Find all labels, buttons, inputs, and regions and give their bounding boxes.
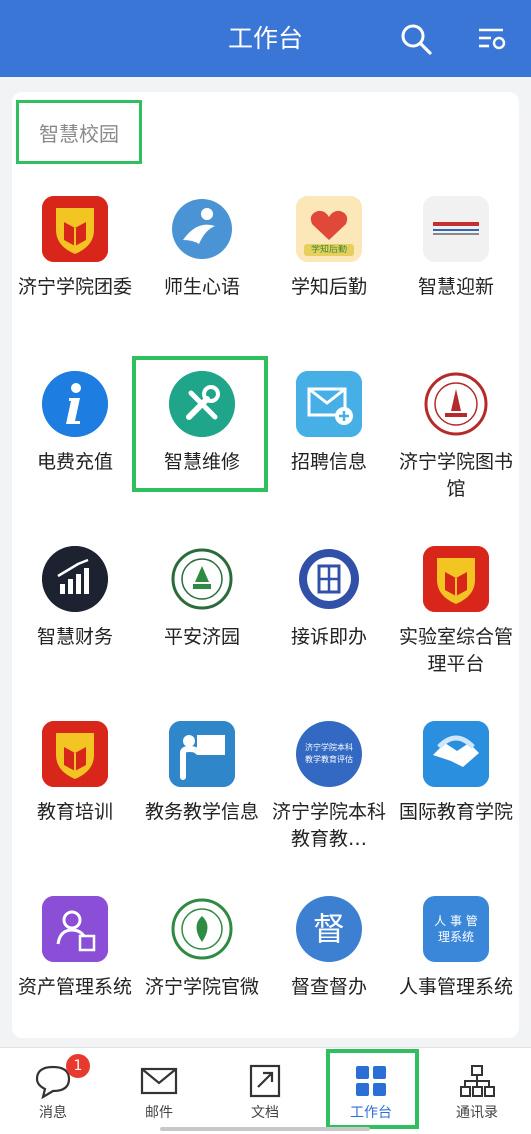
info-icon <box>42 371 108 437</box>
org-chart-icon <box>457 1062 497 1100</box>
app-item[interactable]: 济宁学院团委 <box>12 182 138 357</box>
tab-messages[interactable]: 1 消息 <box>0 1048 106 1134</box>
app-item[interactable]: 智慧财务 <box>12 532 138 707</box>
app-label: 督查督办 <box>290 976 367 998</box>
handshake-icon <box>423 721 489 787</box>
shield-book-icon <box>423 546 489 612</box>
chart-growth-icon <box>42 546 108 612</box>
icon-caption: 学知后勤 <box>310 245 347 255</box>
mail-icon <box>139 1062 179 1100</box>
shield-book-icon <box>42 721 108 787</box>
mail-plus-icon <box>296 371 362 437</box>
app-label: 济宁学院本科教育教… <box>271 801 386 850</box>
heart-hands-icon: 学知后勤 <box>296 196 362 262</box>
home-indicator <box>160 1127 370 1131</box>
icon-caption: 济宁学院本科教学教育评估 <box>305 743 353 764</box>
app-label: 接诉即办 <box>290 626 367 648</box>
app-item[interactable]: 平安济园 <box>139 532 265 707</box>
shield-book-icon <box>42 196 108 262</box>
app-label: 济宁学院官微 <box>144 976 259 998</box>
app-label: 济宁学院图书馆 <box>398 451 513 500</box>
section-title: 智慧校园 <box>16 100 142 164</box>
tools-icon <box>169 371 235 437</box>
app-item[interactable]: 济宁学院图书馆 <box>393 357 519 532</box>
app-item[interactable]: 济宁学院本科教学教育评估 济宁学院本科教育教… <box>266 707 392 882</box>
tab-label: 文档 <box>251 1105 279 1121</box>
bottom-nav: 1 消息 邮件 文档 工作台 通讯录 <box>0 1047 531 1134</box>
tab-workbench[interactable]: 工作台 <box>318 1048 424 1134</box>
app-item[interactable]: 教务教学信息 <box>139 707 265 882</box>
app-item[interactable]: 资产管理系统 <box>12 882 138 1038</box>
page-title: 工作台 <box>227 24 303 53</box>
app-item[interactable]: 实验室综合管理平台 <box>393 532 519 707</box>
app-item[interactable]: 电费充值 <box>12 357 138 532</box>
app-item[interactable]: 国际教育学院 <box>393 707 519 882</box>
app-label: 智慧财务 <box>36 626 113 648</box>
app-label: 国际教育学院 <box>398 801 513 823</box>
app-item[interactable]: 人 事 管理系统 人事管理系统 <box>393 882 519 1038</box>
grid-icon <box>351 1062 391 1100</box>
university-seal-icon <box>169 896 235 962</box>
settings-button[interactable] <box>472 19 512 59</box>
smart-campus-card: 智慧校园 济宁学院团委 师生心语 学知后勤 学知后勤 智慧迎新 电费充值 智慧维… <box>12 92 519 1038</box>
library-seal-icon <box>423 371 489 437</box>
app-item[interactable]: 济宁学院官微 <box>139 882 265 1038</box>
tab-label: 通讯录 <box>456 1105 498 1121</box>
person-swoosh-icon <box>169 196 235 262</box>
document-icon <box>245 1062 285 1100</box>
tab-label: 邮件 <box>145 1105 173 1121</box>
app-label: 智慧维修 <box>163 451 240 473</box>
app-item[interactable]: 学知后勤 学知后勤 <box>266 182 392 357</box>
app-item[interactable]: 教育培训 <box>12 707 138 882</box>
app-label: 实验室综合管理平台 <box>398 626 513 675</box>
icon-caption: 人 事 管理系统 <box>434 914 478 944</box>
search-button[interactable] <box>396 19 436 59</box>
tab-documents[interactable]: 文档 <box>212 1048 318 1134</box>
icon-caption: 督 <box>312 910 345 948</box>
tab-label: 工作台 <box>350 1105 392 1121</box>
app-label: 资产管理系统 <box>17 976 132 998</box>
hr-system-icon: 人 事 管理系统 <box>423 896 489 962</box>
filter-settings-icon <box>479 28 506 50</box>
supervise-icon: 督 <box>296 896 362 962</box>
app-label: 智慧迎新 <box>417 276 494 298</box>
unread-badge: 1 <box>66 1054 90 1078</box>
app-label: 学知后勤 <box>290 276 367 298</box>
tab-contacts[interactable]: 通讯录 <box>424 1048 530 1134</box>
app-label: 教育培训 <box>36 801 113 823</box>
app-label: 招聘信息 <box>290 451 367 473</box>
app-label: 电费充值 <box>36 451 113 473</box>
evaluation-badge-icon: 济宁学院本科教学教育评估 <box>296 721 362 787</box>
banner-icon <box>423 196 489 262</box>
app-item[interactable]: 督 督查督办 <box>266 882 392 1038</box>
app-item[interactable]: 接诉即办 <box>266 532 392 707</box>
app-label: 教务教学信息 <box>144 801 259 823</box>
app-item[interactable]: 招聘信息 <box>266 357 392 532</box>
teacher-board-icon <box>169 721 235 787</box>
app-label: 师生心语 <box>163 276 240 298</box>
app-label: 平安济园 <box>163 626 240 648</box>
app-item[interactable]: 智慧维修 <box>139 357 265 532</box>
app-label: 济宁学院团委 <box>17 276 132 298</box>
book-badge-icon <box>296 546 362 612</box>
top-bar: 工作台 <box>0 0 531 77</box>
user-document-icon <box>42 896 108 962</box>
search-icon <box>401 24 432 55</box>
tab-mail[interactable]: 邮件 <box>106 1048 212 1134</box>
app-item[interactable]: 智慧迎新 <box>393 182 519 357</box>
campus-seal-icon <box>169 546 235 612</box>
app-label: 人事管理系统 <box>398 976 513 998</box>
app-item[interactable]: 师生心语 <box>139 182 265 357</box>
tab-label: 消息 <box>39 1105 67 1121</box>
